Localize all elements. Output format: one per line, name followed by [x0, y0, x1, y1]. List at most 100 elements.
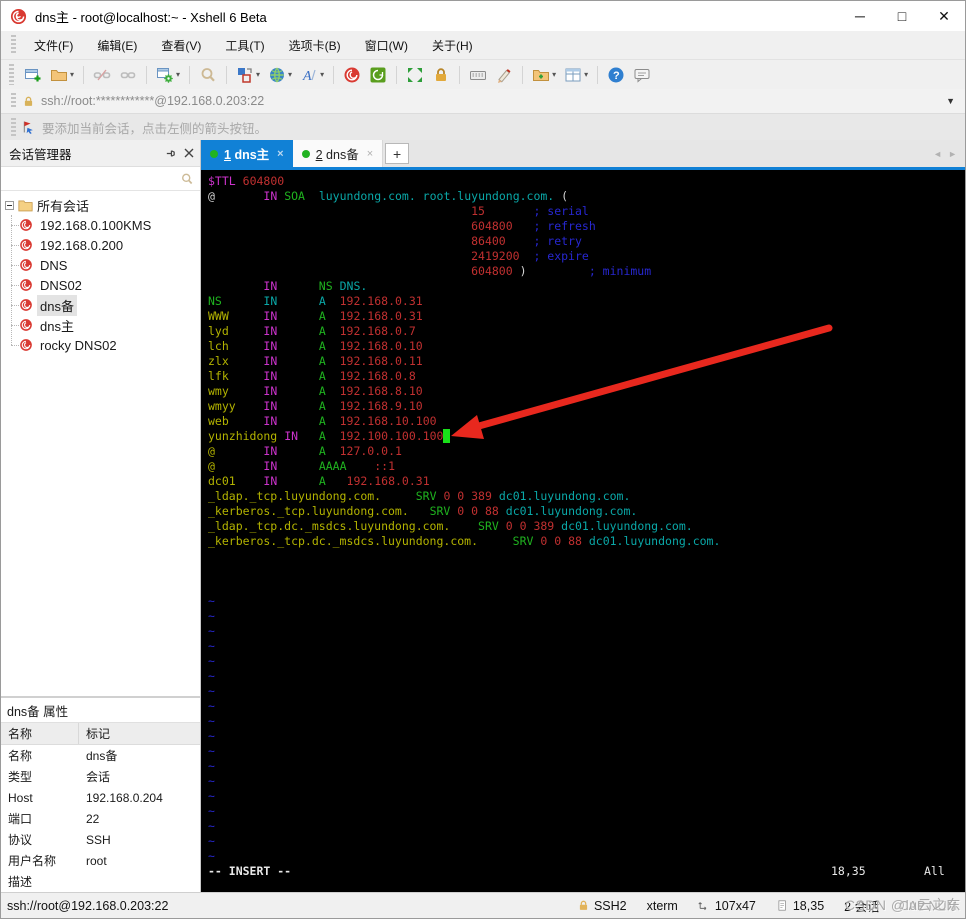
session-icon: [20, 219, 32, 231]
lock-screen-button[interactable]: [429, 64, 453, 86]
session-tree-root[interactable]: 所有会话: [1, 195, 200, 215]
feedback-button[interactable]: [630, 64, 654, 86]
close-button[interactable]: ✕: [923, 1, 965, 31]
font-button[interactable]: A ▾: [297, 64, 327, 86]
session-item[interactable]: DNS02: [1, 275, 200, 295]
tab-scroll-right-icon[interactable]: ►: [948, 149, 957, 159]
title-bar: dns主 - root@localhost:~ - Xshell 6 Beta …: [1, 1, 965, 31]
session-properties-caret[interactable]: ▾: [176, 70, 180, 79]
properties-rows: 名称 dns备 类型 会话 Host 192.168.0.204 端口 22 协议 SSH 用户名称…: [1, 745, 200, 892]
xshell-tool-icon[interactable]: [340, 64, 364, 86]
terminal-line: @ IN SOA luyundong.com. root.luyundong.c…: [208, 189, 569, 203]
status-bar: ssh://root@192.168.0.203:22 SSH2 xterm 1…: [1, 892, 965, 918]
find-button[interactable]: [196, 64, 220, 86]
address-dropdown-icon[interactable]: ▼: [946, 96, 955, 106]
maximize-button[interactable]: □: [881, 1, 923, 31]
terminal[interactable]: $TTL 604800 @ IN SOA luyundong.com. root.…: [201, 170, 965, 892]
menu-item[interactable]: 编辑(E): [85, 33, 149, 58]
web-button[interactable]: ▾: [265, 64, 295, 86]
search-icon[interactable]: [180, 172, 194, 186]
layout-caret[interactable]: ▾: [256, 70, 260, 79]
terminal-line: ~: [208, 849, 215, 863]
panel-close-icon[interactable]: [184, 148, 194, 158]
status-cursor-position: 18,35: [776, 899, 824, 913]
tab-status-dot: [301, 149, 310, 158]
pin-icon[interactable]: [165, 148, 176, 159]
highlight-button[interactable]: [492, 64, 516, 86]
resize-icon: [698, 902, 707, 911]
web-caret[interactable]: ▾: [288, 70, 292, 79]
properties-col-mark: 标记: [86, 727, 111, 741]
font-caret[interactable]: ▾: [320, 70, 324, 79]
help-button[interactable]: ?: [604, 64, 628, 86]
tile-windows-caret[interactable]: ▾: [584, 70, 588, 79]
vim-scroll: All: [924, 864, 945, 878]
terminal-line: ~: [208, 804, 215, 818]
layout-button[interactable]: ▾: [233, 64, 263, 86]
new-tab-button[interactable]: +: [385, 143, 410, 164]
open-session-caret[interactable]: ▾: [70, 70, 74, 79]
properties-header: 名称 标记: [1, 723, 200, 745]
terminal-line: zlx IN A 192.168.0.11: [208, 354, 423, 368]
tab-close-icon[interactable]: ×: [277, 148, 283, 160]
property-value: 会话: [86, 770, 111, 784]
terminal-line: ~: [208, 759, 215, 773]
terminal-line: ~: [208, 714, 215, 728]
terminal-cursor: [443, 429, 451, 443]
terminal-line: ~: [208, 789, 215, 803]
terminal-line: yunzhidong IN A 192.100.100.100: [208, 429, 965, 444]
session-item[interactable]: DNS: [1, 255, 200, 275]
session-item-label: 192.168.0.100KMS: [40, 217, 152, 233]
toolbar-separator: [333, 65, 335, 84]
open-session-button[interactable]: ▾: [47, 64, 77, 86]
session-item[interactable]: dns主: [1, 315, 200, 335]
session-item[interactable]: 192.168.0.100KMS: [1, 215, 200, 235]
menu-item[interactable]: 查看(V): [149, 33, 213, 58]
address-lock-icon: [24, 96, 33, 106]
terminal-line: web IN A 192.168.10.100: [208, 414, 437, 428]
properties-panel: dns备 属性 名称 标记 名称 dns备 类型 会话 Host 192.168.0.20…: [1, 696, 200, 892]
terminal-tab[interactable]: 1 dns主 ×: [201, 140, 293, 167]
terminal-line: ~: [208, 834, 215, 848]
address-bar[interactable]: ssh://root:************@192.168.0.203:22…: [1, 89, 965, 113]
virtual-keyboard-button[interactable]: [466, 64, 490, 86]
session-tree-root-label[interactable]: 所有会话: [37, 196, 89, 215]
terminal-line: _ldap._tcp.dc._msdcs.luyundong.com. SRV …: [208, 519, 693, 533]
terminal-line: 2419200 ; expire: [471, 249, 589, 263]
fullscreen-button[interactable]: [403, 64, 427, 86]
new-session-button[interactable]: [21, 64, 45, 86]
session-item[interactable]: dns备: [1, 294, 200, 316]
address-url[interactable]: ssh://root:************@192.168.0.203:22: [41, 94, 264, 108]
terminal-tab[interactable]: 2 dns备 ×: [292, 140, 384, 167]
minimize-button[interactable]: ─: [839, 1, 881, 31]
vim-ruler: 18,35: [831, 864, 866, 878]
session-item[interactable]: 192.168.0.200: [1, 235, 200, 255]
tile-windows-button[interactable]: ▾: [561, 64, 591, 86]
xftp-tool-icon[interactable]: [366, 64, 390, 86]
menu-item[interactable]: 文件(F): [22, 33, 85, 58]
property-row: 名称 dns备: [1, 745, 200, 766]
toolbar-separator: [189, 65, 191, 84]
tab-number: 1: [224, 148, 231, 162]
xshell-window: dns主 - root@localhost:~ - Xshell 6 Beta …: [0, 0, 966, 919]
tab-close-icon[interactable]: ×: [367, 148, 373, 160]
status-lock-icon: [579, 900, 588, 910]
new-folder-caret[interactable]: ▾: [552, 70, 556, 79]
property-value: 192.168.0.204: [86, 790, 163, 805]
session-properties-button[interactable]: ▾: [153, 64, 183, 86]
menu-item[interactable]: 窗口(W): [353, 33, 420, 58]
menu-item[interactable]: 选项卡(B): [277, 33, 353, 58]
menu-item[interactable]: 关于(H): [420, 33, 485, 58]
terminal-line: 86400 ; retry: [471, 234, 582, 248]
session-item-label: DNS: [40, 257, 68, 273]
terminal-line: 604800 ) ; minimum: [471, 264, 652, 278]
session-search-input[interactable]: [7, 171, 180, 186]
session-item[interactable]: rocky DNS02: [1, 335, 200, 355]
tab-scroll-left-icon[interactable]: ◄: [933, 149, 942, 159]
tree-collapse-icon[interactable]: [5, 200, 14, 210]
property-value: 22: [86, 811, 100, 826]
new-folder-button[interactable]: ▾: [529, 64, 559, 86]
menu-item[interactable]: 工具(T): [213, 33, 276, 58]
tab-number: 2: [315, 148, 323, 162]
